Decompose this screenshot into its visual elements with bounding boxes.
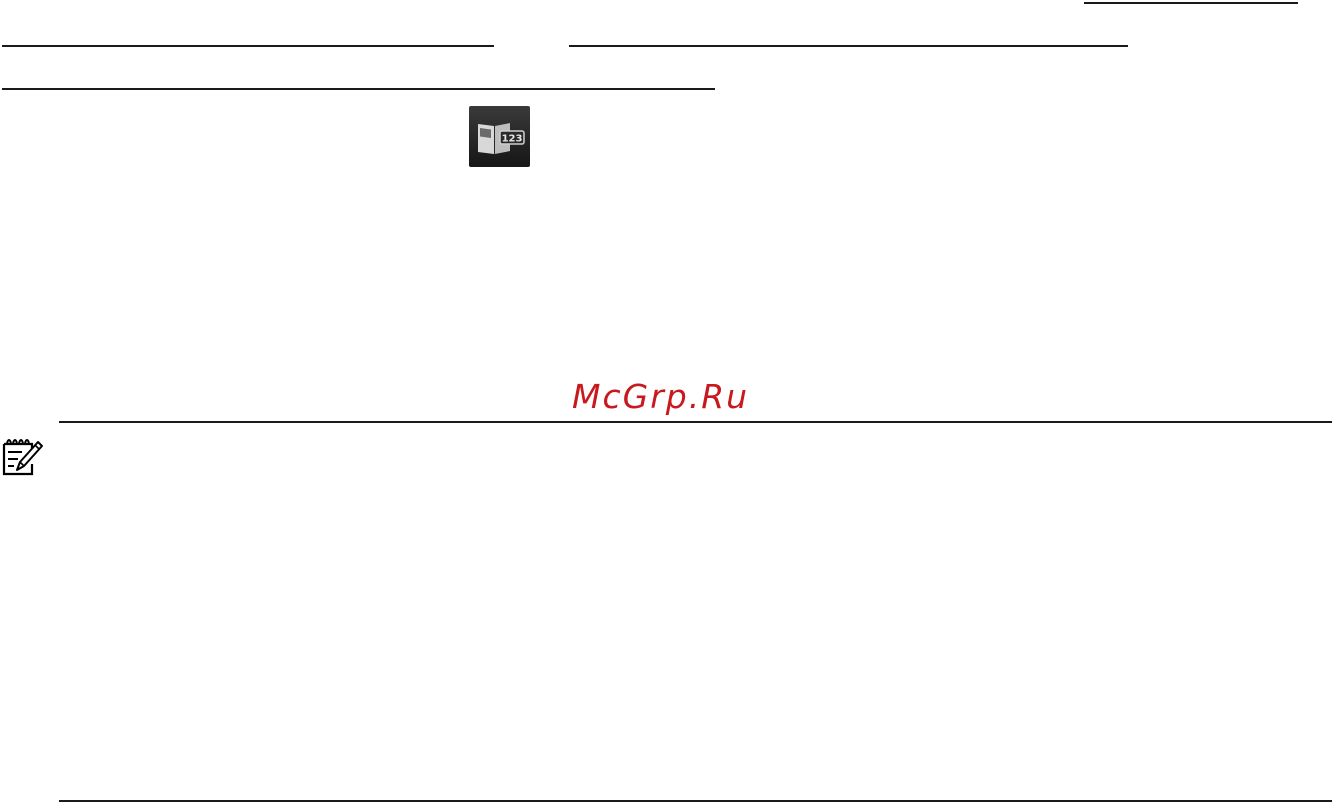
note-pencil-icon <box>0 434 44 478</box>
underline-rule-third <box>2 88 715 90</box>
underline-rule-left <box>2 45 494 47</box>
underline-rule-right <box>569 45 1128 47</box>
watermark-text: McGrp.Ru <box>572 377 750 416</box>
note-top-rule <box>59 421 1332 423</box>
book-page-number-icon: 123 <box>469 106 530 167</box>
svg-text:123: 123 <box>501 133 522 144</box>
underline-rule-top <box>1084 2 1298 4</box>
